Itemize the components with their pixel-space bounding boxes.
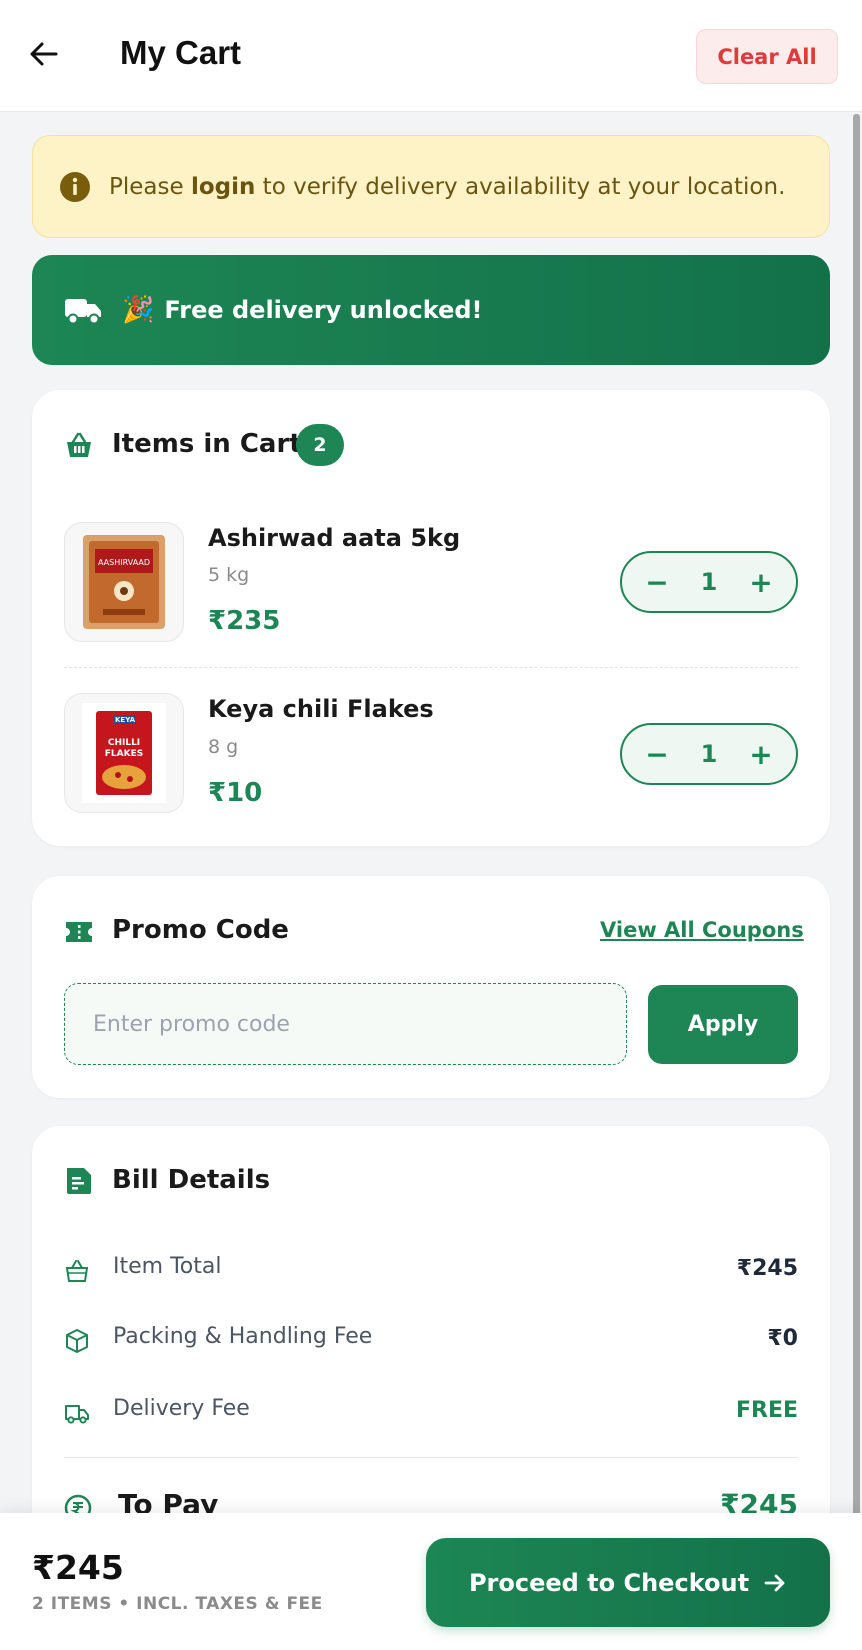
product-weight: 5 kg <box>208 564 250 586</box>
decrement-button[interactable]: − <box>642 566 672 599</box>
promo-section-title: Promo Code <box>112 915 289 945</box>
quantity-value: 1 <box>700 568 718 596</box>
flour-pack-brand: AASHIRVAAD <box>98 558 150 567</box>
decrement-button[interactable]: − <box>642 738 672 771</box>
product-price: ₹10 <box>208 778 263 808</box>
flour-pack-image: AASHIRVAAD <box>83 535 165 629</box>
back-arrow-icon[interactable] <box>26 36 62 72</box>
proceed-to-checkout-button[interactable]: Proceed to Checkout <box>426 1538 830 1627</box>
product-weight: 8 g <box>208 736 239 758</box>
bill-packing-label: Packing & Handling Fee <box>113 1324 373 1349</box>
receipt-icon <box>67 1168 91 1194</box>
arrow-right-icon <box>764 1574 785 1591</box>
truck-icon <box>65 299 101 325</box>
notice-text-before: Please <box>109 173 191 200</box>
info-icon <box>60 171 90 202</box>
page-title: My Cart <box>120 34 242 71</box>
cart-section-title: Items in Cart <box>112 429 302 459</box>
footer-total-amount: ₹245 <box>32 1548 124 1587</box>
bill-delivery-value: FREE <box>735 1398 798 1423</box>
clear-all-button[interactable]: Clear All <box>696 29 838 84</box>
login-link[interactable]: login <box>191 174 255 200</box>
chili-pack-text-1: CHILLI <box>108 738 140 748</box>
apply-promo-button[interactable]: Apply <box>648 985 798 1064</box>
bill-divider <box>64 1457 798 1458</box>
checkout-button-label: Proceed to Checkout <box>468 1568 750 1597</box>
product-image[interactable]: AASHIRVAAD <box>64 522 184 642</box>
box-icon <box>66 1329 88 1353</box>
bill-delivery-label: Delivery Fee <box>113 1396 250 1421</box>
scrollbar-thumb[interactable] <box>853 114 860 1534</box>
banner-text: Free delivery unlocked! <box>164 296 483 324</box>
quantity-stepper: − 1 + <box>620 723 798 785</box>
bill-item-total-value: ₹245 <box>736 1256 798 1281</box>
product-name[interactable]: Ashirwad aata 5kg <box>208 524 460 552</box>
increment-button[interactable]: + <box>746 738 776 771</box>
quantity-value: 1 <box>700 740 718 768</box>
cart-count-badge: 2 <box>296 424 344 466</box>
party-popper-icon: 🎉 <box>122 295 155 325</box>
basket-icon <box>67 432 91 457</box>
notice-text-after: to verify delivery availability at your … <box>255 173 786 200</box>
product-image[interactable]: KEYA CHILLI FLAKES <box>64 693 184 813</box>
chili-pack-brand: KEYA <box>115 716 136 724</box>
bill-section-title: Bill Details <box>112 1165 271 1195</box>
view-all-coupons-link[interactable]: View All Coupons <box>600 918 804 942</box>
product-price: ₹235 <box>208 606 281 636</box>
bill-packing-value: ₹0 <box>767 1326 798 1351</box>
app-header: My Cart Clear All <box>0 0 862 112</box>
footer-total-subtext: 2 ITEMS • INCL. TAXES & FEE <box>32 1594 323 1614</box>
product-name[interactable]: Keya chili Flakes <box>208 695 434 723</box>
increment-button[interactable]: + <box>746 566 776 599</box>
chili-pack-text-2: FLAKES <box>105 749 143 759</box>
login-notice: Please login to verify delivery availabi… <box>32 135 830 238</box>
chili-flakes-pack-image: KEYA CHILLI FLAKES <box>82 703 166 803</box>
promo-code-input[interactable] <box>64 983 627 1065</box>
notice-text: Please login to verify delivery availabi… <box>109 174 785 200</box>
item-divider <box>64 667 798 668</box>
coupon-ticket-icon <box>66 922 92 942</box>
quantity-stepper: − 1 + <box>620 551 798 613</box>
truck-icon <box>65 1405 89 1424</box>
free-delivery-banner: 🎉 Free delivery unlocked! <box>32 255 830 365</box>
bill-item-total-label: Item Total <box>113 1254 222 1279</box>
basket-icon <box>65 1260 89 1282</box>
